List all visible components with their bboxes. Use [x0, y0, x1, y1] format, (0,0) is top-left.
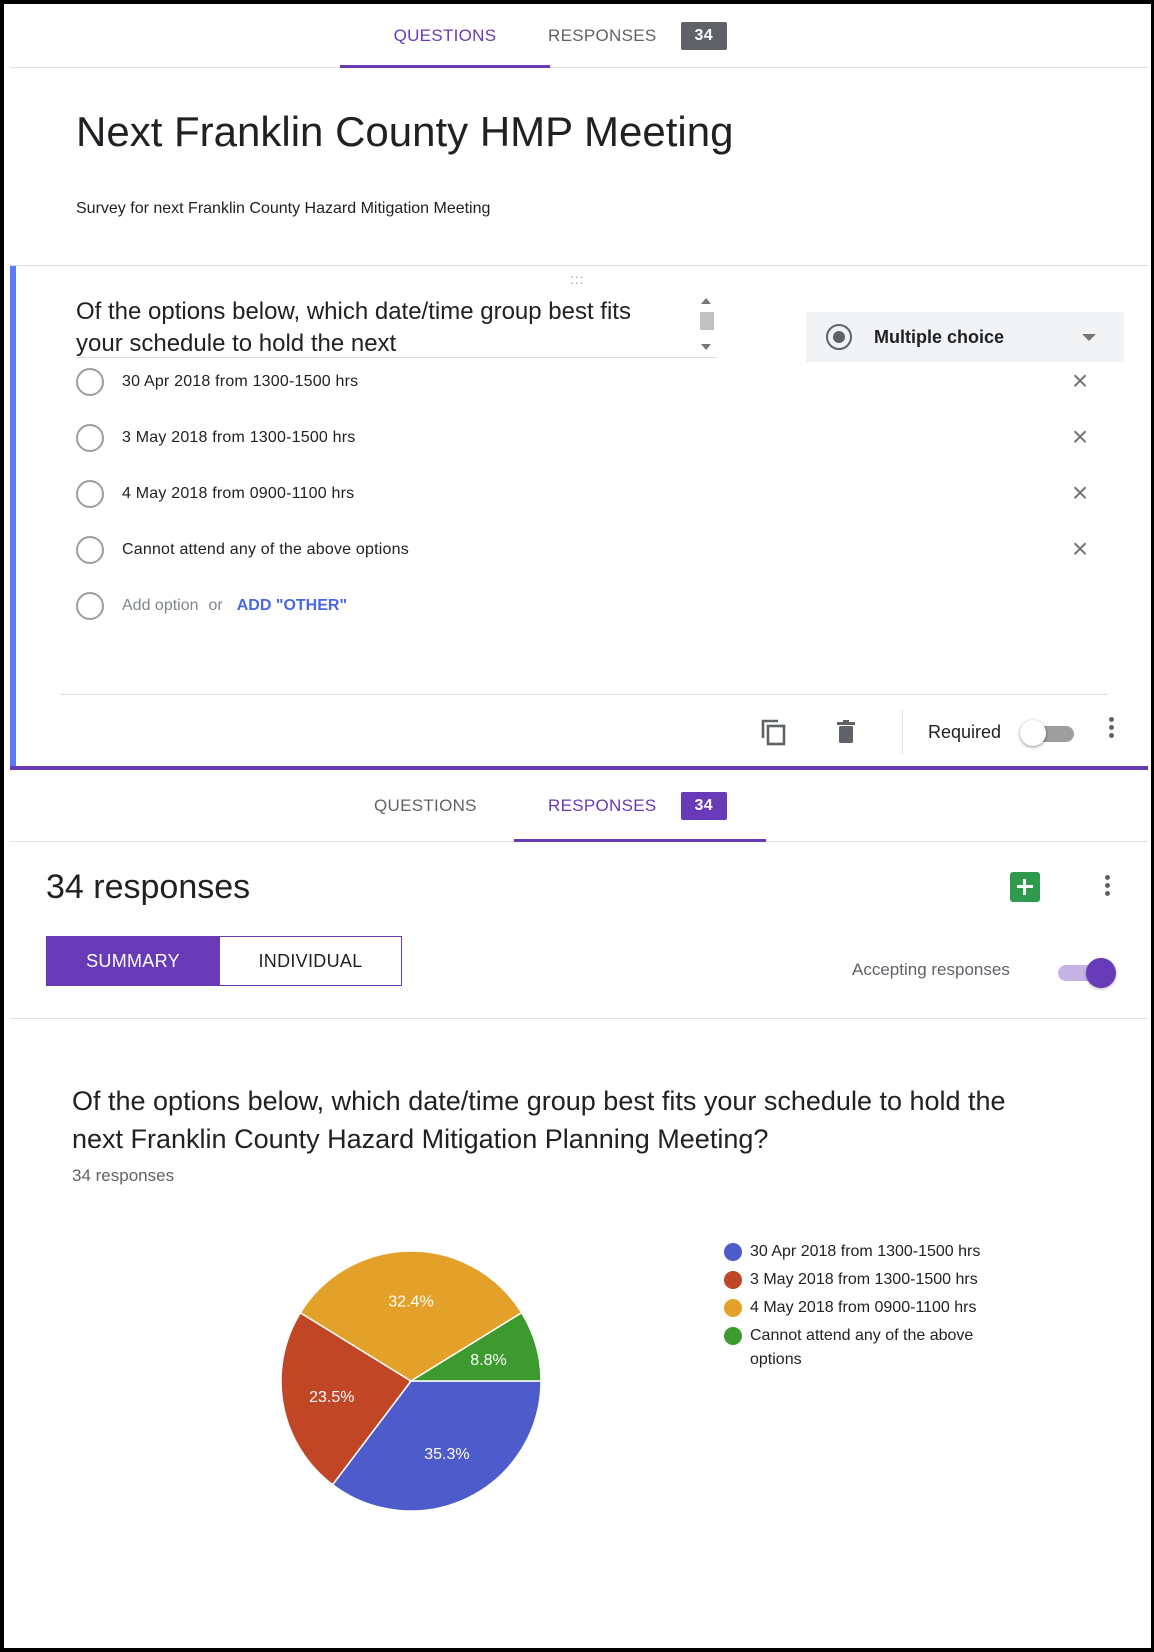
tab-responses[interactable]: RESPONSES 34	[548, 4, 727, 67]
tab-responses[interactable]: RESPONSES 34	[514, 770, 766, 842]
radio-button	[76, 592, 104, 620]
sheets-icon[interactable]	[1010, 872, 1040, 902]
tab-questions-label: QUESTIONS	[393, 25, 497, 45]
legend-label: Cannot attend any of the above options	[750, 1327, 974, 1368]
option-label[interactable]: 3 May 2018 from 1300-1500 hrs	[122, 429, 356, 447]
close-icon[interactable]: ×	[1064, 366, 1096, 398]
copy-icon[interactable]	[758, 716, 790, 748]
option-row[interactable]: 30 Apr 2018 from 1300-1500 hrs ×	[76, 362, 1096, 402]
form-description[interactable]: Survey for next Franklin County Hazard M…	[76, 200, 490, 218]
question-type-label: Multiple choice	[874, 326, 1005, 347]
chevron-down-icon	[1082, 334, 1096, 341]
tab-questions[interactable]: QUESTIONS	[374, 770, 477, 841]
add-other-button[interactable]: ADD "OTHER"	[237, 597, 347, 615]
tab-individual[interactable]: INDIVIDUAL	[220, 936, 402, 986]
tab-questions-label: QUESTIONS	[374, 795, 477, 815]
question-footer: Required	[10, 700, 1148, 764]
legend-item: 3 May 2018 from 1300-1500 hrs	[724, 1268, 1024, 1292]
tab-active-indicator	[514, 839, 766, 842]
add-option-row: Add option or ADD "OTHER"	[76, 586, 1096, 626]
pie-slice-label: 35.3%	[424, 1446, 469, 1463]
radio-button	[76, 368, 104, 396]
more-vert-icon[interactable]	[1106, 714, 1116, 744]
legend-dot	[724, 1243, 742, 1261]
responses-count-badge: 34	[680, 791, 727, 820]
pie-slice-label: 23.5%	[309, 1389, 354, 1406]
toggle-knob	[1020, 720, 1046, 746]
legend-dot	[724, 1271, 742, 1289]
toggle-knob	[1086, 958, 1116, 988]
accepting-responses-label: Accepting responses	[852, 960, 1010, 979]
pie-slice-label: 32.4%	[388, 1293, 433, 1310]
close-icon[interactable]: ×	[1064, 422, 1096, 454]
legend-item: Cannot attend any of the above options	[724, 1324, 1024, 1372]
pie-slice-label: 8.8%	[470, 1352, 506, 1369]
more-vert-icon[interactable]	[1102, 872, 1112, 902]
radio-icon	[826, 324, 852, 350]
question-card: ::: Of the options below, which date/tim…	[10, 266, 1148, 766]
legend-label: 4 May 2018 from 0900-1100 hrs	[750, 1299, 977, 1316]
legend-item: 4 May 2018 from 0900-1100 hrs	[724, 1296, 1024, 1320]
legend-dot	[724, 1299, 742, 1317]
or-text: or	[208, 597, 223, 614]
legend-label: 30 Apr 2018 from 1300-1500 hrs	[750, 1243, 981, 1260]
tab-bar-questions-view: QUESTIONS RESPONSES 34	[10, 4, 1148, 68]
radio-button	[76, 480, 104, 508]
tab-questions[interactable]: QUESTIONS	[340, 4, 550, 68]
accepting-responses-toggle[interactable]	[1058, 958, 1116, 988]
tab-responses-label: RESPONSES	[548, 795, 657, 815]
option-row[interactable]: 4 May 2018 from 0900-1100 hrs ×	[76, 474, 1096, 514]
scroll-up-icon[interactable]	[701, 298, 711, 304]
responses-count-badge: 34	[680, 21, 727, 50]
option-row[interactable]: 3 May 2018 from 1300-1500 hrs ×	[76, 418, 1096, 458]
option-label[interactable]: Cannot attend any of the above options	[122, 541, 409, 559]
legend-dot	[724, 1327, 742, 1345]
scroll-down-icon[interactable]	[701, 344, 711, 350]
option-label[interactable]: 4 May 2018 from 0900-1100 hrs	[122, 485, 354, 503]
close-icon[interactable]: ×	[1064, 478, 1096, 510]
responses-divider	[10, 1018, 1148, 1019]
add-option-input[interactable]: Add option	[122, 597, 199, 615]
legend-label: 3 May 2018 from 1300-1500 hrs	[750, 1271, 978, 1288]
question-title-input[interactable]: Of the options below, which date/time gr…	[76, 296, 716, 358]
pie-chart: 35.3% 23.5% 32.4% 8.8%	[280, 1250, 542, 1512]
summary-response-count: 34 responses	[72, 1166, 175, 1185]
responses-count-title: 34 responses	[46, 868, 251, 906]
form-header-card: Next Franklin County HMP Meeting Survey …	[10, 68, 1148, 266]
tab-summary[interactable]: SUMMARY	[46, 936, 220, 986]
drag-handle-icon[interactable]: :::	[570, 272, 585, 286]
chart-legend: 30 Apr 2018 from 1300-1500 hrs 3 May 2018…	[724, 1240, 1024, 1376]
summary-question-title: Of the options below, which date/time gr…	[72, 1086, 1006, 1154]
trash-icon[interactable]	[830, 716, 862, 748]
scroll-thumb[interactable]	[700, 312, 714, 330]
question-type-dropdown[interactable]: Multiple choice	[806, 312, 1124, 362]
tab-bar-responses-view: QUESTIONS RESPONSES 34	[10, 770, 1148, 842]
legend-item: 30 Apr 2018 from 1300-1500 hrs	[724, 1240, 1024, 1264]
form-title[interactable]: Next Franklin County HMP Meeting	[76, 108, 733, 156]
required-toggle[interactable]	[1020, 720, 1076, 746]
radio-button	[76, 424, 104, 452]
required-label: Required	[928, 722, 1002, 742]
question-scrollbar[interactable]	[696, 296, 718, 356]
radio-button	[76, 536, 104, 564]
option-label[interactable]: 30 Apr 2018 from 1300-1500 hrs	[122, 373, 358, 391]
tab-responses-label: RESPONSES	[548, 25, 657, 45]
footer-separator	[902, 710, 903, 754]
option-row[interactable]: Cannot attend any of the above options ×	[76, 530, 1096, 570]
question-footer-divider	[60, 694, 1108, 695]
close-icon[interactable]: ×	[1064, 534, 1096, 566]
